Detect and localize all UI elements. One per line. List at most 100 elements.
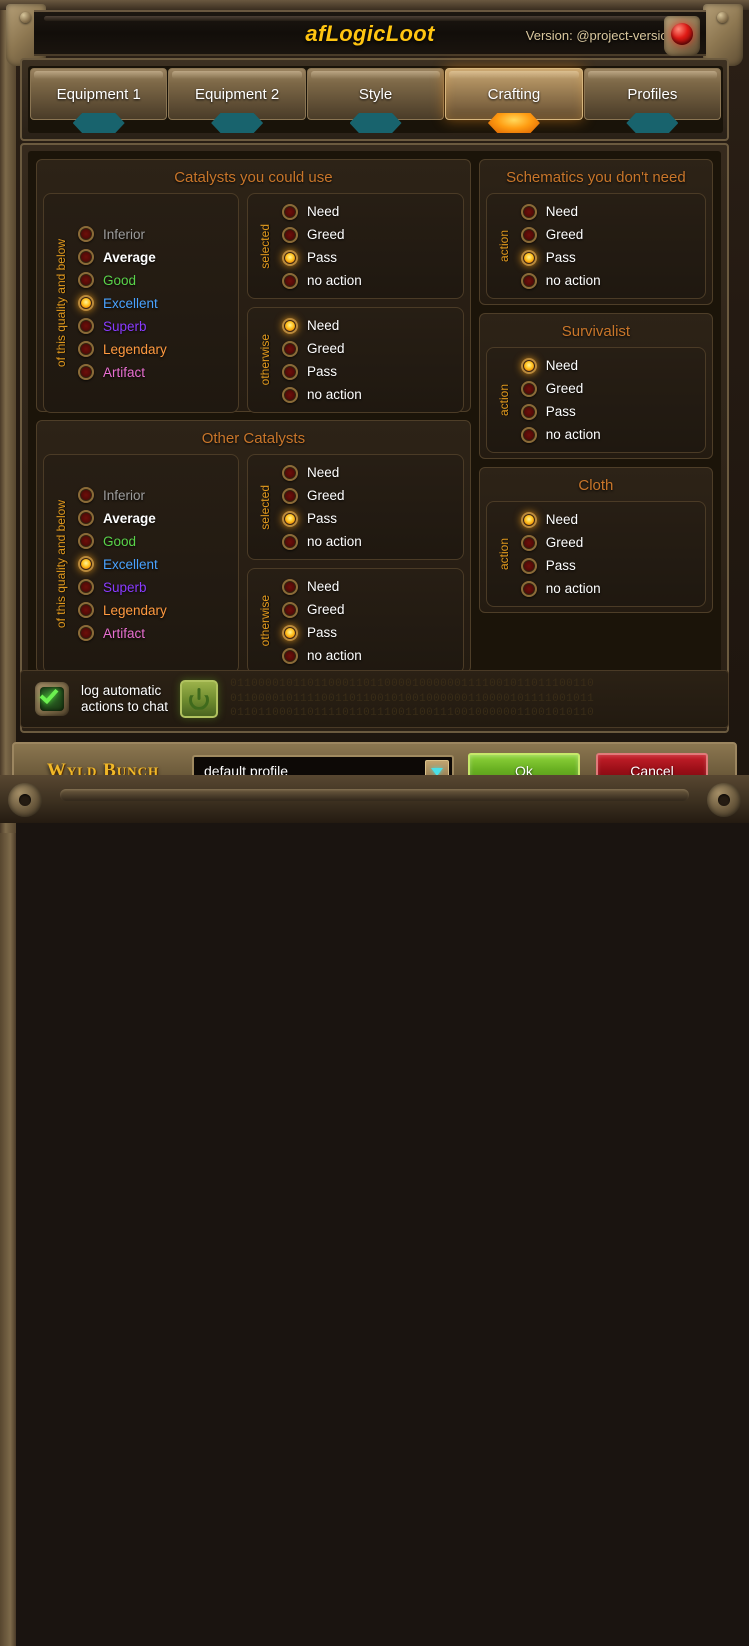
panel-columns: Catalysts you could use of this quality … (36, 159, 713, 717)
quality-option-inferior[interactable]: Inferior (74, 224, 230, 245)
radio-dot-selected-icon (282, 317, 298, 334)
action-option-no-action[interactable]: no action (278, 270, 455, 291)
action-option-need[interactable]: Need (278, 315, 455, 336)
action-option-need[interactable]: Need (278, 462, 455, 483)
action-option-greed[interactable]: Greed (278, 224, 455, 245)
action-option-greed[interactable]: Greed (278, 485, 455, 506)
action-option-greed[interactable]: Greed (517, 378, 697, 399)
selected-action-box: selected Need Greed Pass no action (247, 454, 464, 560)
option-label: Greed (545, 381, 584, 396)
tab-crafting[interactable]: Crafting (445, 68, 583, 133)
radio-dot-icon (520, 580, 537, 597)
quality-option-average[interactable]: Average (74, 508, 230, 529)
radio-dot-icon (78, 364, 94, 380)
quality-option-inferior[interactable]: Inferior (74, 485, 230, 506)
close-lamp-icon (671, 23, 693, 45)
action-option-no-action[interactable]: no action (517, 578, 697, 599)
action-option-no-action[interactable]: no action (278, 645, 455, 666)
quality-option-legendary[interactable]: Legendary (74, 600, 230, 621)
tab-profiles[interactable]: Profiles (583, 68, 722, 133)
quality-option-good[interactable]: Good (74, 531, 230, 552)
option-label: Pass (307, 511, 338, 526)
radio-dot-icon (520, 557, 537, 574)
rivet-icon (20, 12, 31, 23)
panel-title: Catalysts you could use (174, 169, 333, 186)
action-option-pass[interactable]: Pass (278, 622, 455, 643)
option-label: Pass (545, 558, 576, 573)
radio-dot-icon (520, 403, 537, 420)
selected-label: selected (258, 484, 272, 530)
frame-top-edge (0, 0, 749, 10)
option-label: Inferior (103, 487, 146, 503)
action-option-greed[interactable]: Greed (278, 599, 455, 620)
option-label: Need (307, 204, 340, 219)
option-label: Average (103, 249, 156, 265)
radio-dot-selected-icon (520, 357, 537, 374)
action-option-pass[interactable]: Pass (278, 508, 455, 529)
otherwise-action-box: otherwise Need Greed Pass no action (247, 307, 464, 413)
log-actions-checkbox[interactable] (35, 682, 69, 716)
radio-dot-icon (520, 272, 537, 289)
power-toggle-button[interactable] (180, 680, 219, 718)
radio-dot-icon (282, 203, 298, 220)
quality-box: of this quality and below Inferior Avera… (43, 454, 239, 674)
action-option-need[interactable]: Need (278, 576, 455, 597)
action-option-pass[interactable]: Pass (278, 247, 455, 268)
radio-dot-selected-icon (282, 249, 298, 266)
quality-option-artifact[interactable]: Artifact (74, 362, 230, 383)
option-label: Pass (307, 250, 338, 265)
tab-indicator-icon (349, 113, 402, 133)
quality-option-superb[interactable]: Superb (74, 316, 230, 337)
radio-dot-icon (282, 386, 298, 403)
action-option-need[interactable]: Need (278, 201, 455, 222)
action-radio-group: Need Greed Pass no action (517, 355, 697, 445)
action-option-no-action[interactable]: no action (517, 270, 697, 291)
quality-option-legendary[interactable]: Legendary (74, 339, 230, 360)
option-label: Need (545, 358, 579, 373)
option-label: Excellent (103, 556, 158, 572)
selected-radio-group: Need Greed Pass no action (278, 462, 455, 552)
action-option-no-action[interactable]: no action (278, 531, 455, 552)
quality-option-artifact[interactable]: Artifact (74, 623, 230, 644)
action-option-greed[interactable]: Greed (278, 338, 455, 359)
action-option-greed[interactable]: Greed (517, 532, 697, 553)
option-label: Superb (103, 579, 147, 595)
tab-equipment-1[interactable]: Equipment 1 (30, 68, 168, 133)
tab-style[interactable]: Style (306, 68, 445, 133)
action-option-pass[interactable]: Pass (517, 555, 697, 576)
option-label: no action (307, 273, 362, 288)
quality-option-good[interactable]: Good (74, 270, 230, 291)
action-option-need[interactable]: Need (517, 509, 697, 530)
action-option-need[interactable]: Need (517, 201, 697, 222)
action-option-pass[interactable]: Pass (517, 247, 697, 268)
quality-option-superb[interactable]: Superb (74, 577, 230, 598)
action-option-no-action[interactable]: no action (517, 424, 697, 445)
rivet-icon (717, 12, 728, 23)
quality-option-average[interactable]: Average (74, 247, 230, 268)
quality-option-excellent[interactable]: Excellent (74, 293, 230, 314)
option-label: Pass (545, 404, 576, 419)
log-label-line-2: actions to chat (81, 699, 169, 714)
action-option-pass[interactable]: Pass (517, 401, 697, 422)
selected-radio-group: Need Greed Pass no action (278, 201, 455, 291)
action-option-no-action[interactable]: no action (278, 384, 455, 405)
quality-radio-group: Inferior Average Good Excellent Superb L… (74, 485, 230, 644)
radio-dot-icon (520, 380, 537, 397)
tab-equipment-2[interactable]: Equipment 2 (168, 68, 306, 133)
action-option-pass[interactable]: Pass (278, 361, 455, 382)
panel-body: of this quality and below Inferior Avera… (43, 454, 464, 674)
action-option-greed[interactable]: Greed (517, 224, 697, 245)
panel-other-catalysts: Other Catalysts of this quality and belo… (36, 420, 471, 674)
quality-option-excellent[interactable]: Excellent (74, 554, 230, 575)
option-label: no action (545, 581, 601, 596)
options-bar: log automatic actions to chat 0110000101… (20, 670, 729, 728)
radio-dot-icon (282, 464, 298, 481)
close-button[interactable] (664, 16, 700, 56)
radio-dot-selected-icon (282, 510, 298, 527)
option-label: Artifact (103, 364, 146, 380)
right-column: Schematics you don't need action Need Gr… (478, 159, 713, 717)
frame-right-edge (0, 833, 16, 1646)
action-option-need[interactable]: Need (517, 355, 697, 376)
option-label: no action (307, 648, 362, 663)
radio-dot-icon (78, 602, 94, 618)
